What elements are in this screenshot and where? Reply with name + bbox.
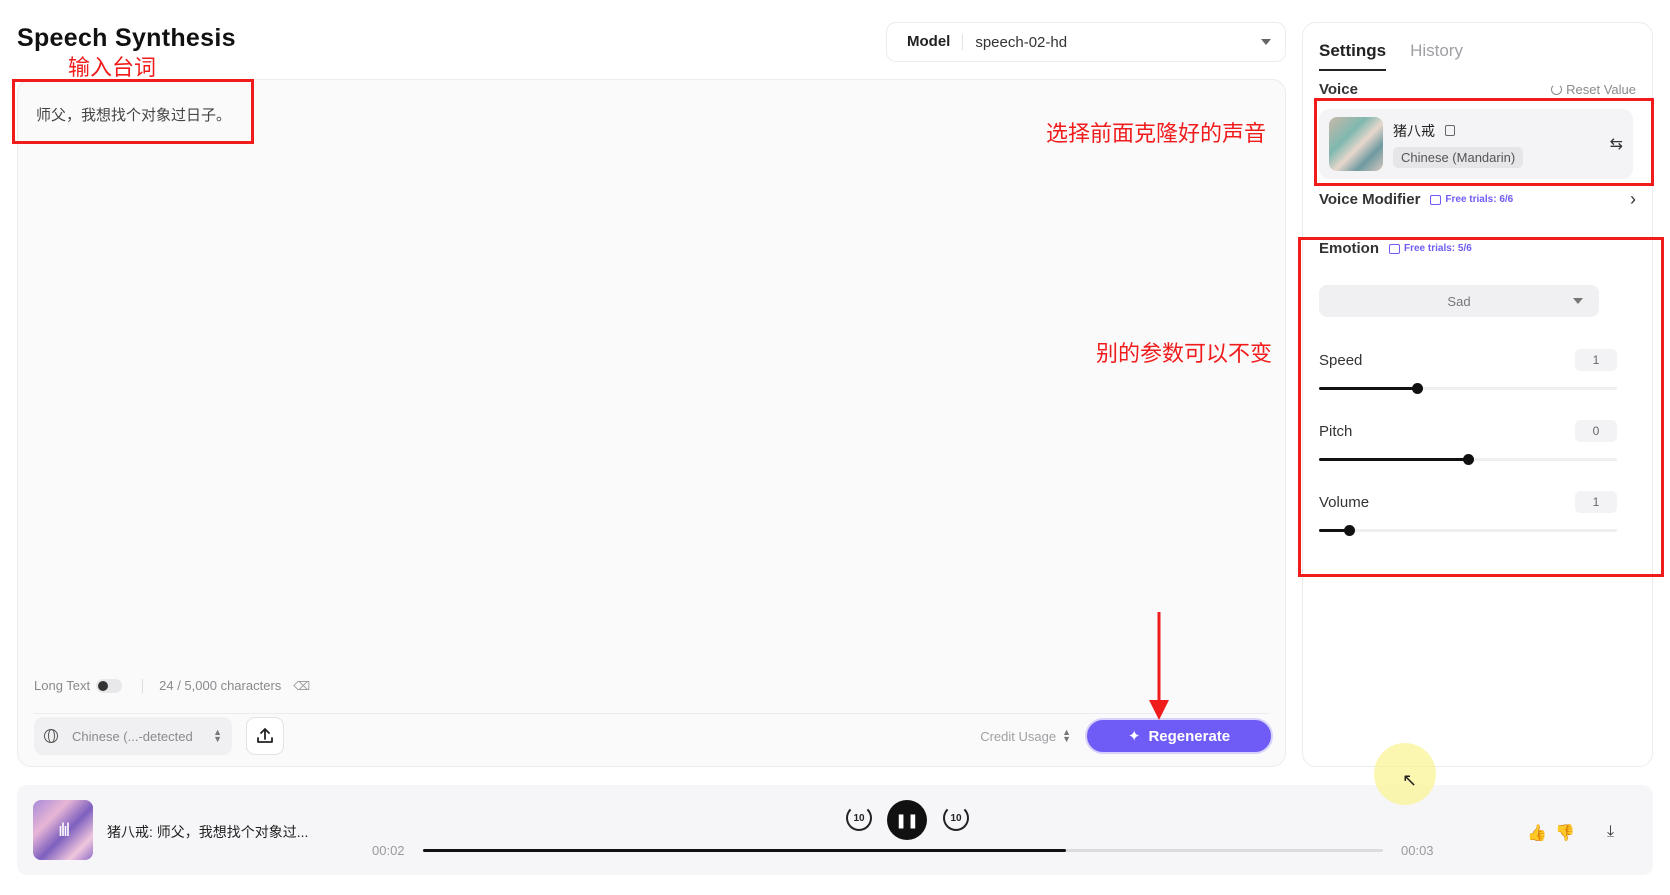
rewind-10-icon: 10 — [846, 805, 872, 831]
annotation-box-voice — [1314, 98, 1654, 186]
model-select[interactable]: Model speech-02-hd — [886, 22, 1286, 62]
upload-button[interactable] — [246, 717, 284, 755]
long-text-label: Long Text — [34, 678, 91, 693]
reset-value-label: Reset Value — [1566, 82, 1636, 97]
language-value: Chinese (...-detected — [72, 728, 193, 744]
sort-icon: ▲ ▼ — [1062, 727, 1071, 744]
globe-icon — [44, 729, 58, 743]
current-time: 00:02 — [372, 843, 405, 858]
credit-usage-label: Credit Usage — [980, 728, 1057, 744]
chevron-down-icon — [1261, 39, 1271, 45]
skip-forward-button[interactable]: 10 — [943, 805, 969, 831]
annotation-arrow — [1149, 612, 1169, 720]
editor-meta: Long Text 24 / 5,000 characters ⌫ — [34, 670, 1269, 714]
annotation-input-lines: 输入台词 — [68, 56, 157, 81]
gift-icon — [1430, 194, 1442, 205]
eraser-icon[interactable]: ⌫ — [293, 679, 310, 693]
voice-modifier-trials: Free trials: 6/6 — [1430, 194, 1513, 205]
pause-button[interactable]: ❚❚ — [887, 800, 927, 840]
forward-10-icon: 10 — [943, 805, 969, 831]
language-select[interactable]: Chinese (...-detected ▲ ▼ — [34, 717, 232, 755]
model-value: speech-02-hd — [975, 33, 1068, 51]
long-text-toggle[interactable] — [96, 678, 123, 693]
tab-settings[interactable]: Settings — [1319, 41, 1387, 71]
panel-tabs: Settings History — [1319, 41, 1463, 71]
reset-value-button[interactable]: Reset Value — [1551, 82, 1636, 97]
sparkle-icon: ✦ — [1127, 728, 1141, 745]
voice-header: Voice Reset Value — [1319, 81, 1636, 98]
waveform-icon: ılıl — [58, 819, 70, 840]
voice-label: Voice — [1319, 81, 1358, 98]
voice-modifier-row[interactable]: Voice Modifier Free trials: 6/6 › — [1319, 189, 1636, 210]
tab-history[interactable]: History — [1410, 41, 1463, 71]
credit-usage[interactable]: Credit Usage ▲ ▼ — [980, 727, 1071, 744]
skip-back-button[interactable]: 10 — [846, 805, 872, 831]
page-title: Speech Synthesis — [17, 24, 236, 52]
total-time: 00:03 — [1401, 843, 1434, 858]
voice-modifier-label: Voice Modifier — [1319, 191, 1421, 208]
char-count: 24 / 5,000 characters — [159, 678, 282, 693]
cursor-icon: ↖ — [1402, 770, 1418, 790]
annotation-choose-voice: 选择前面克隆好的声音 — [1046, 122, 1267, 147]
thumbs-down-icon[interactable]: 👎 — [1555, 823, 1575, 843]
pause-icon: ❚❚ — [887, 800, 927, 840]
divider — [142, 678, 144, 693]
chevron-right-icon[interactable]: › — [1630, 189, 1636, 210]
regenerate-label: Regenerate — [1148, 727, 1231, 745]
annotation-box-input — [12, 79, 254, 144]
track-thumbnail: ılıl — [33, 800, 93, 860]
annotation-other-params: 别的参数可以不变 — [1096, 342, 1273, 367]
track-title: 猪八戒: 师父，我想找个对象过... — [107, 824, 309, 840]
upload-icon — [257, 728, 273, 743]
editor-toolbar: Chinese (...-detected ▲ ▼ Credit Usage ▲ ▼… — [34, 716, 1273, 756]
progress-bar[interactable] — [423, 849, 1383, 852]
progress-fill — [423, 849, 1067, 852]
regenerate-button[interactable]: ✦ Regenerate — [1085, 718, 1273, 754]
refresh-icon — [1551, 84, 1563, 95]
voice-modifier-trials-text: Free trials: 6/6 — [1445, 194, 1514, 205]
sort-icon: ▲ ▼ — [213, 727, 222, 744]
thumbs-up-icon[interactable]: 👍 — [1527, 823, 1547, 843]
model-label: Model — [907, 34, 964, 50]
annotation-box-params — [1298, 237, 1664, 577]
text-editor[interactable]: 师父，我想找个对象过日子。 Long Text 24 / 5,000 chara… — [17, 79, 1286, 767]
download-icon[interactable]: ⤓ — [1607, 823, 1614, 841]
